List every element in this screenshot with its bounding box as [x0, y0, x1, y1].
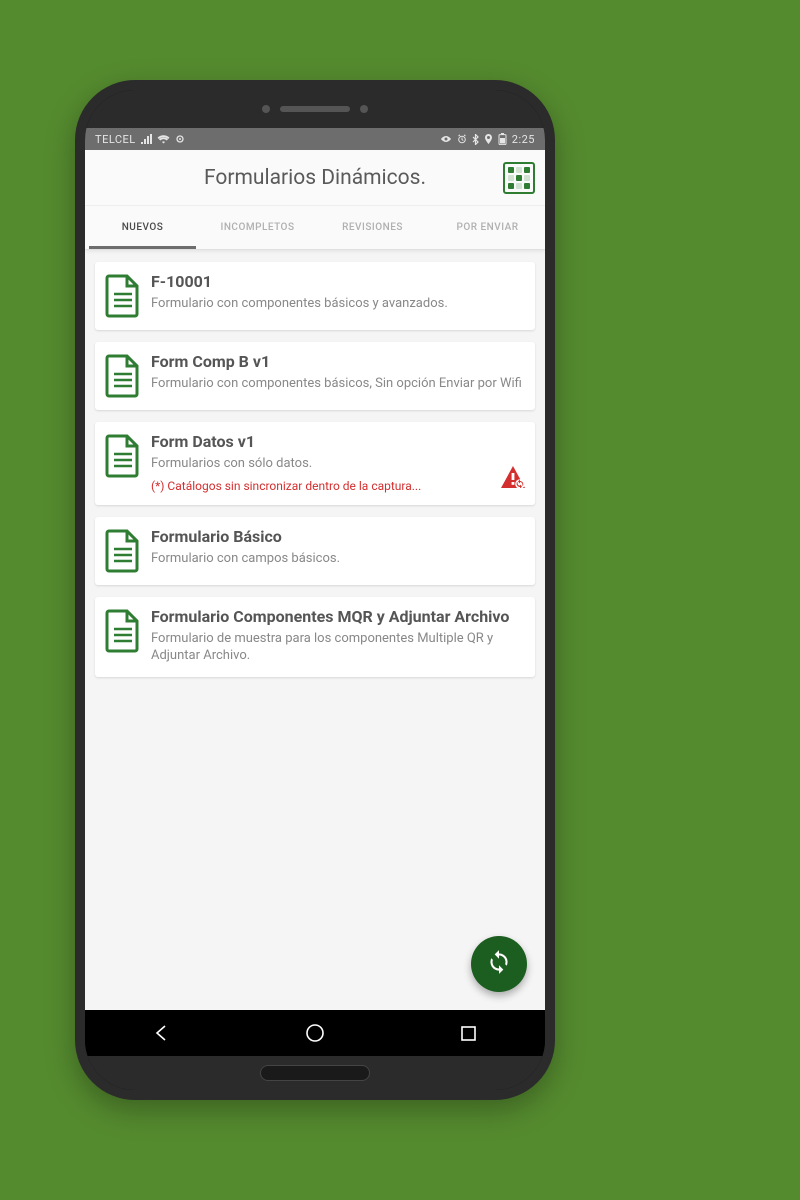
appbar-title: Formularios Dinámicos. [204, 166, 426, 190]
phone-frame: TELCEL [75, 80, 555, 1100]
form-description: Formulario con componentes básicos y ava… [151, 295, 523, 313]
document-icon [105, 274, 141, 318]
document-icon [105, 354, 141, 398]
tab-nuevos[interactable]: NUEVOS [85, 206, 200, 249]
nav-back-button[interactable] [151, 1022, 173, 1044]
tab-label: INCOMPLETOS [220, 222, 294, 233]
android-status-bar: TELCEL [85, 128, 545, 150]
phone-earpiece-bar [85, 90, 545, 128]
form-card[interactable]: Formulario Componentes MQR y Adjuntar Ar… [95, 597, 535, 677]
document-icon [105, 434, 141, 478]
document-icon [105, 609, 141, 653]
phone-screen: TELCEL [85, 90, 545, 1090]
sync-fab[interactable] [471, 936, 527, 992]
sync-icon [486, 949, 512, 979]
sensor-dot [262, 105, 270, 113]
wifi-icon [157, 134, 170, 144]
eye-icon [440, 134, 452, 144]
status-left: TELCEL [95, 133, 185, 146]
app-root: Formularios Dinámicos. NUEVOS INCOMPLETO… [85, 150, 545, 1010]
form-title: Form Comp B v1 [151, 352, 523, 371]
form-card[interactable]: F-10001 Formulario con componentes básico… [95, 262, 535, 330]
form-card[interactable]: Form Comp B v1 Formulario con componentes… [95, 342, 535, 410]
phone-chin [85, 1056, 545, 1090]
form-card-body: Formulario Componentes MQR y Adjuntar Ar… [151, 607, 523, 665]
home-pill [260, 1065, 370, 1081]
calendar-grid-icon[interactable] [503, 162, 535, 194]
gps-icon [484, 134, 493, 145]
bluetooth-icon [472, 134, 479, 145]
form-card-body: Form Comp B v1 Formulario con componentes… [151, 352, 523, 398]
status-right: 2:25 [440, 133, 535, 146]
form-card-body: F-10001 Formulario con componentes básico… [151, 272, 523, 318]
form-title: F-10001 [151, 272, 523, 291]
nav-recents-button[interactable] [457, 1022, 479, 1044]
form-title: Form Datos v1 [151, 432, 523, 451]
tab-incompletos[interactable]: INCOMPLETOS [200, 206, 315, 249]
tab-bar: NUEVOS INCOMPLETOS REVISIONES POR ENVIAR [85, 206, 545, 250]
earpiece [280, 106, 350, 112]
alarm-icon [457, 134, 467, 144]
document-icon [105, 529, 141, 573]
form-description: Formulario con campos básicos. [151, 550, 523, 568]
nav-home-button[interactable] [304, 1022, 326, 1044]
clock-label: 2:25 [512, 133, 535, 146]
tab-label: POR ENVIAR [456, 222, 518, 233]
form-card[interactable]: Form Datos v1 Formularios con sólo datos.… [95, 422, 535, 505]
tab-por-enviar[interactable]: POR ENVIAR [430, 206, 545, 249]
form-description: Formulario con componentes básicos, Sin … [151, 375, 523, 393]
android-nav-bar [85, 1010, 545, 1056]
form-description: Formularios con sólo datos. [151, 455, 523, 473]
form-description: Formulario de muestra para los component… [151, 630, 523, 665]
tab-label: NUEVOS [122, 222, 164, 233]
form-card-body: Form Datos v1 Formularios con sólo datos.… [151, 432, 523, 493]
tab-label: REVISIONES [342, 222, 403, 233]
carrier-label: TELCEL [95, 133, 136, 146]
form-title: Formulario Básico [151, 527, 523, 546]
alert-sync-icon[interactable] [501, 466, 525, 488]
sensor-dot [360, 105, 368, 113]
location-icon [175, 134, 185, 144]
form-list[interactable]: F-10001 Formulario con componentes básico… [85, 250, 545, 1010]
tab-revisiones[interactable]: REVISIONES [315, 206, 430, 249]
form-card[interactable]: Formulario Básico Formulario con campos b… [95, 517, 535, 585]
form-warning: (*) Catálogos sin sincronizar dentro de … [151, 479, 523, 493]
form-title: Formulario Componentes MQR y Adjuntar Ar… [151, 607, 523, 626]
form-card-body: Formulario Básico Formulario con campos b… [151, 527, 523, 573]
appbar: Formularios Dinámicos. [85, 150, 545, 206]
signal-icon [141, 134, 152, 144]
battery-icon [498, 133, 507, 145]
